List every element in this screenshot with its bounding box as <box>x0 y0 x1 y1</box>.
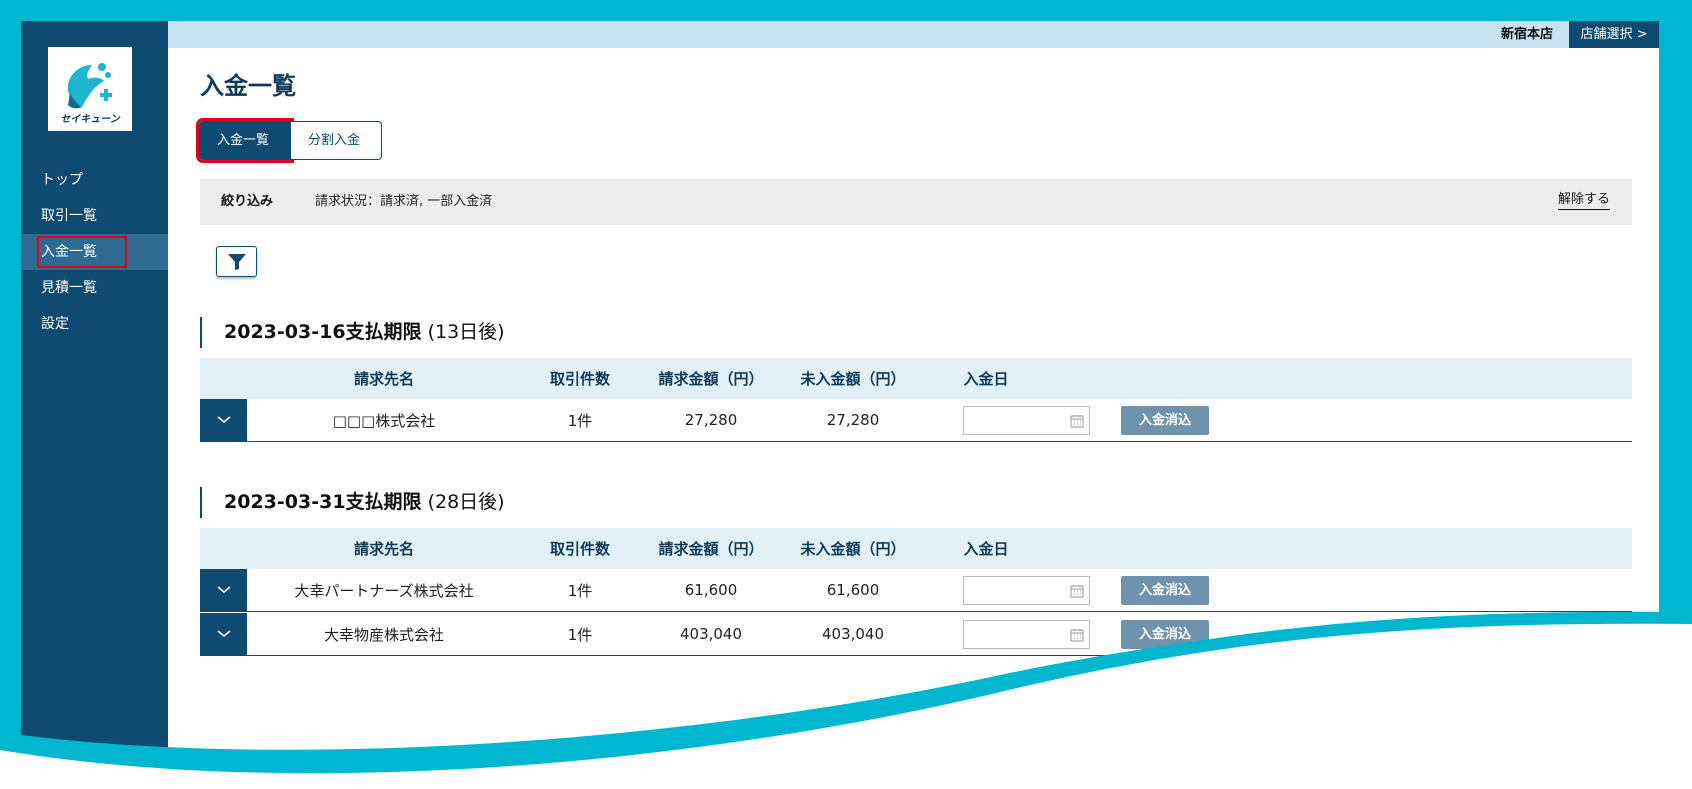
apply-payment-button[interactable]: 入金消込 <box>1121 576 1209 605</box>
col-header-billed: 請求金額（円） <box>658 540 764 558</box>
tab-installment-payments[interactable]: 分割入金 <box>291 121 382 160</box>
expand-row-button[interactable] <box>200 569 247 611</box>
table-header: 請求先名 取引件数 請求金額（円） 未入金額（円） 入金日 <box>200 358 1632 399</box>
filter-button[interactable] <box>216 246 257 277</box>
store-select-button[interactable]: 店舗選択 > <box>1569 21 1659 48</box>
sidebar-item-label: 見積一覧 <box>41 280 97 296</box>
svg-text:セイキューン: セイキューン <box>60 113 120 125</box>
sidebar-item-payments[interactable]: 入金一覧 <box>21 234 168 270</box>
tab-payments-list[interactable]: 入金一覧 <box>196 118 294 163</box>
due-group-heading: 2023-03-31支払期限 (28日後) <box>200 487 505 518</box>
col-header-count: 取引件数 <box>549 370 610 388</box>
filter-summary-bar: 絞り込み 請求状況：請求済, 一部入金済 解除する <box>200 179 1632 225</box>
billed-amount: 403,040 <box>679 625 743 643</box>
calendar-icon <box>1070 585 1084 598</box>
billing-party-name: □□□株式会社 <box>332 411 436 430</box>
table-row: □□□株式会社 1件 27,280 27,280 入金消込 <box>200 399 1632 442</box>
due-relative: (13日後) <box>427 321 505 343</box>
filter-label: 絞り込み <box>221 194 274 209</box>
sidebar-item-top[interactable]: トップ <box>21 162 168 198</box>
sidebar-nav: トップ 取引一覧 入金一覧 見積一覧 設定 <box>21 162 168 342</box>
apply-payment-button[interactable]: 入金消込 <box>1121 406 1209 435</box>
payment-date-input[interactable] <box>963 406 1090 435</box>
billing-party-name: 大幸物産株式会社 <box>323 625 444 644</box>
col-header-unpaid: 未入金額（円） <box>800 540 906 558</box>
payment-date-input[interactable] <box>963 576 1090 605</box>
funnel-icon <box>227 253 246 270</box>
chevron-down-icon <box>217 630 230 637</box>
filter-conditions: 請求状況：請求済, 一部入金済 <box>315 194 493 209</box>
expand-row-button[interactable] <box>200 399 247 441</box>
app-logo[interactable]: セイキューン <box>48 47 132 131</box>
due-group-heading: 2023-03-16支払期限 (13日後) <box>200 317 505 348</box>
transaction-count: 1件 <box>567 581 593 600</box>
sidebar-item-label: 設定 <box>41 316 69 332</box>
col-header-billed: 請求金額（円） <box>658 370 764 388</box>
payment-date-input[interactable] <box>963 620 1090 649</box>
calendar-icon <box>1070 415 1084 428</box>
sidebar-item-label: 入金一覧 <box>37 236 127 268</box>
billed-amount: 61,600 <box>684 581 738 599</box>
sidebar-item-transactions[interactable]: 取引一覧 <box>21 198 168 234</box>
clear-filter-link[interactable]: 解除する <box>1557 191 1610 210</box>
chevron-down-icon <box>217 416 230 423</box>
col-header-name: 請求先名 <box>353 370 414 388</box>
calendar-icon <box>1070 629 1084 642</box>
table-row: 大幸パートナーズ株式会社 1件 61,600 61,600 入金消込 <box>200 569 1632 612</box>
col-header-date: 入金日 <box>963 540 1009 558</box>
sidebar: セイキューン トップ 取引一覧 入金一覧 見積一覧 設定 <box>21 21 168 789</box>
tab-bar: 入金一覧 分割入金 <box>196 118 382 163</box>
due-relative: (28日後) <box>427 491 505 513</box>
logo-mark-icon: セイキューン <box>60 63 121 125</box>
sidebar-item-label: トップ <box>41 172 83 188</box>
sidebar-item-settings[interactable]: 設定 <box>21 306 168 342</box>
chevron-down-icon <box>217 586 230 593</box>
transaction-count: 1件 <box>567 625 593 644</box>
col-header-date: 入金日 <box>963 370 1009 388</box>
unpaid-amount: 403,040 <box>821 625 885 643</box>
unpaid-amount: 27,280 <box>826 411 880 429</box>
billed-amount: 27,280 <box>684 411 738 429</box>
table-row: 大幸物産株式会社 1件 403,040 403,040 入金消込 <box>200 613 1632 656</box>
due-date: 2023-03-31支払期限 <box>224 491 422 513</box>
unpaid-amount: 61,600 <box>826 581 880 599</box>
billing-party-name: 大幸パートナーズ株式会社 <box>294 581 474 600</box>
col-header-unpaid: 未入金額（円） <box>800 370 906 388</box>
sidebar-item-estimates[interactable]: 見積一覧 <box>21 270 168 306</box>
expand-row-button[interactable] <box>200 613 247 655</box>
apply-payment-button[interactable]: 入金消込 <box>1121 620 1209 649</box>
top-bar: 新宿本店 店舗選択 > <box>168 21 1659 48</box>
table-header: 請求先名 取引件数 請求金額（円） 未入金額（円） 入金日 <box>200 528 1632 569</box>
app-window: セイキューン トップ 取引一覧 入金一覧 見積一覧 設定 新宿本店 店舗選択 >… <box>21 21 1659 789</box>
col-header-name: 請求先名 <box>353 540 414 558</box>
transaction-count: 1件 <box>567 411 593 430</box>
sidebar-item-label: 取引一覧 <box>41 208 97 224</box>
page-title: 入金一覧 <box>200 72 296 100</box>
due-date: 2023-03-16支払期限 <box>224 321 422 343</box>
main-content: 入金一覧 入金一覧 分割入金 絞り込み 請求状況：請求済, 一部入金済 解除する… <box>168 48 1659 789</box>
current-store-name: 新宿本店 <box>1500 27 1553 42</box>
col-header-count: 取引件数 <box>549 540 610 558</box>
